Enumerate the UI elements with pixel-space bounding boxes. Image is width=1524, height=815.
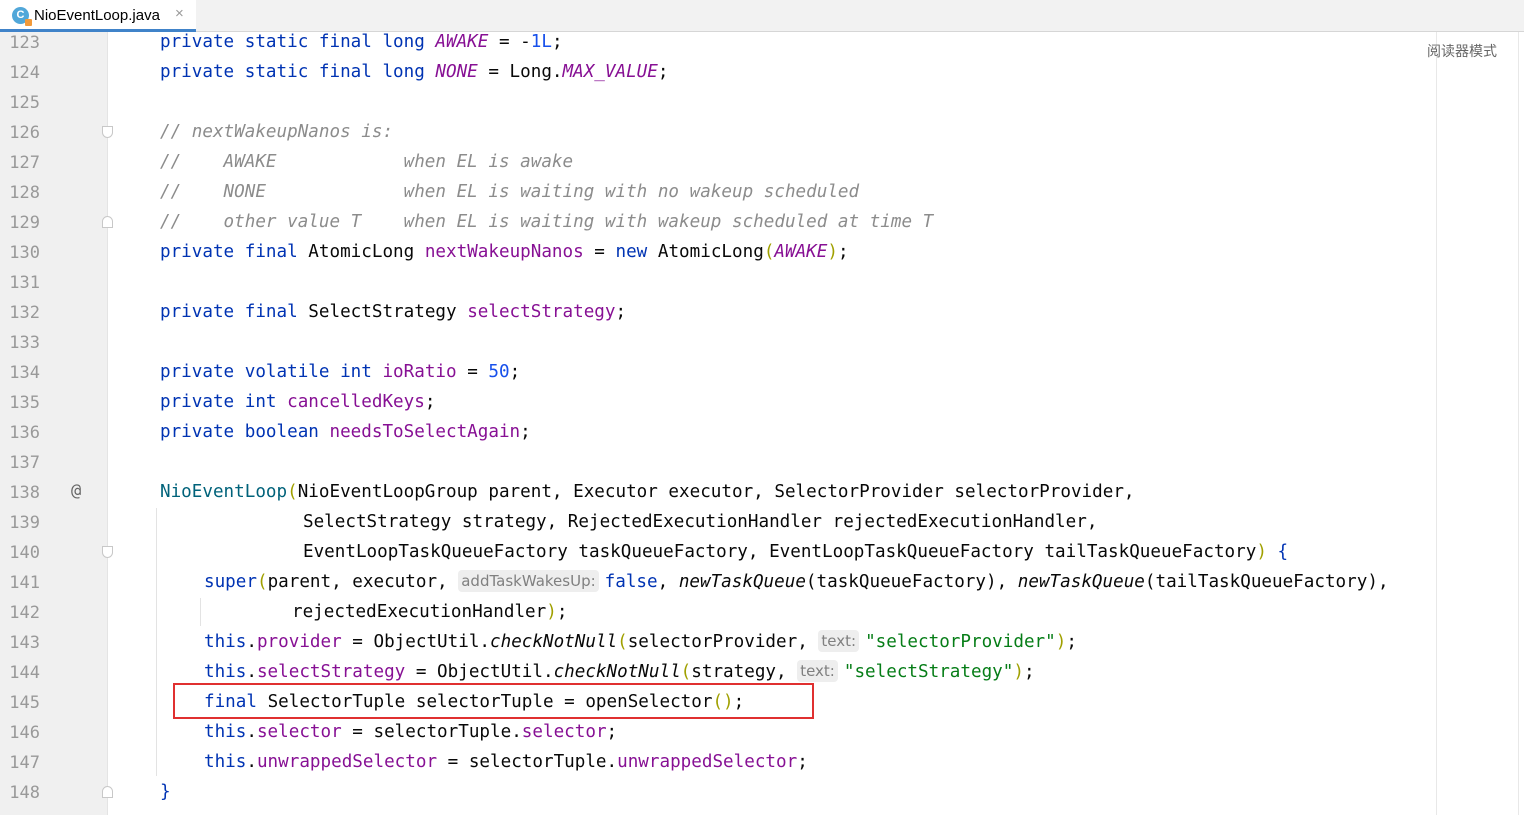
code-line-129: // other value T when EL is waiting with… [160,212,934,232]
highlight-annotation-box [173,683,814,719]
code-line-148: } [160,782,171,802]
code-line-143: this.provider = ObjectUtil.checkNotNull(… [204,630,1077,652]
code-line-135: private int cancelledKeys; [160,392,436,412]
parameter-hint: text: [797,660,838,682]
scrollbar-track[interactable] [1518,32,1519,815]
code-line-130: private final AtomicLong nextWakeupNanos… [160,242,849,262]
right-margin-guide [1436,32,1437,815]
code-line-127: // AWAKE when EL is awake [160,152,574,172]
code-line-123: private static final long AWAKE = -1L; [160,32,563,52]
code-line-126: // nextWakeupNanos is: [160,122,394,142]
code-line-140: EventLoopTaskQueueFactory taskQueueFacto… [303,542,1289,562]
code-line-139: SelectStrategy strategy, RejectedExecuti… [303,512,1098,532]
code-line-124: private static final long NONE = Long.MA… [160,62,669,82]
parameter-hint: addTaskWakesUp: [458,570,599,592]
code-line-136: private boolean needsToSelectAgain; [160,422,531,442]
code-line-138: NioEventLoop(NioEventLoopGroup parent, E… [160,482,1135,502]
code-line-128: // NONE when EL is waiting with no wakeu… [160,182,860,202]
code-line-141: super(parent, executor, addTaskWakesUp: f… [204,570,1389,592]
code-line-134: private volatile int ioRatio = 50; [160,362,521,382]
reader-mode-button[interactable]: 阅读器模式 [1427,41,1497,61]
code-line-132: private final SelectStrategy selectStrat… [160,302,627,322]
code-line-142: rejectedExecutionHandler); [292,602,568,622]
parameter-hint: text: [818,630,860,652]
code-line-147: this.unwrappedSelector = selectorTuple.u… [204,752,808,772]
code-line-146: this.selector = selectorTuple.selector; [204,722,618,742]
